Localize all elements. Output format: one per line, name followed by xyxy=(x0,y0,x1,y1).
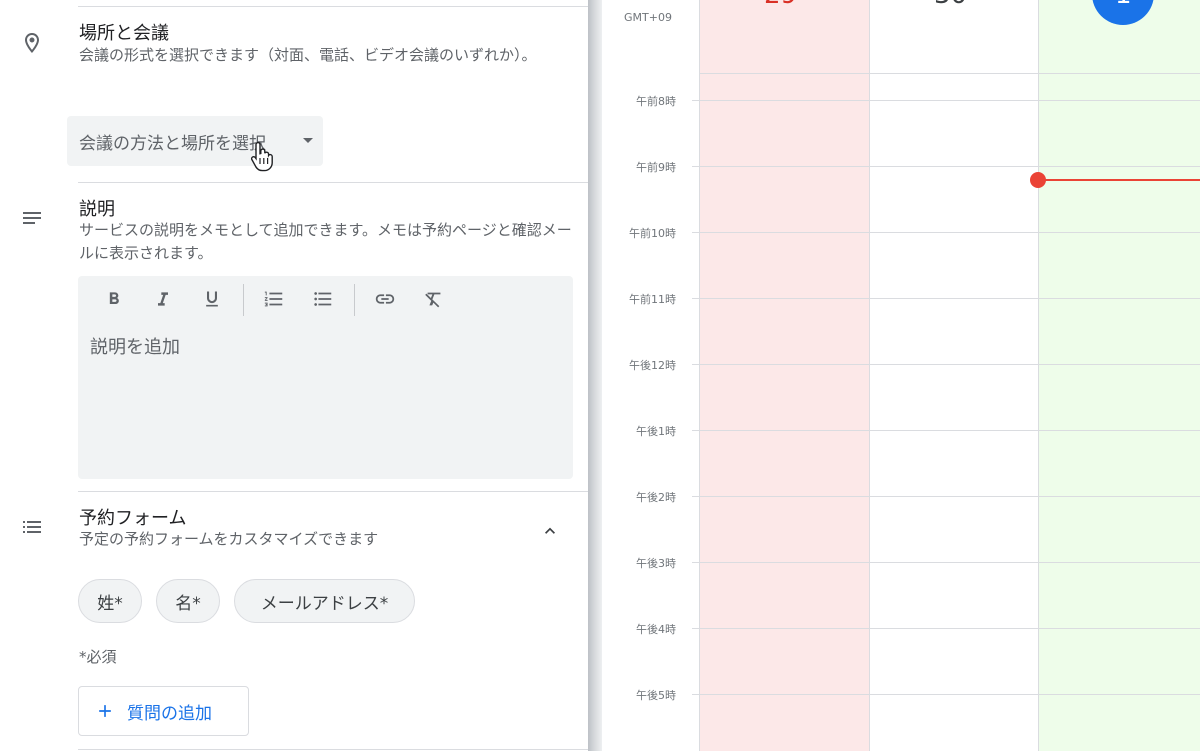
hour-label: 午後4時 xyxy=(636,623,676,636)
section-divider xyxy=(78,749,588,750)
link-icon xyxy=(375,294,395,304)
form-field-chip-last-name[interactable]: 姓* xyxy=(78,579,142,623)
meeting-method-select[interactable]: 会議の方法と場所を選択 xyxy=(67,116,323,166)
description-section-description: サービスの説明をメモとして追加できます。メモは予約ページと確認メールに表示されま… xyxy=(79,221,572,262)
required-note: *必須 xyxy=(79,648,117,666)
hour-grid-line xyxy=(692,562,1200,563)
description-editor: 説明を追加 xyxy=(78,276,573,479)
hand-pointer-cursor-icon xyxy=(250,141,273,172)
description-placeholder[interactable]: 説明を追加 xyxy=(90,333,180,359)
booking-form-section-description: 予定の予約フォームをカスタマイズできます xyxy=(79,530,379,548)
section-divider xyxy=(78,182,588,183)
hour-grid-line xyxy=(692,166,1200,167)
section-divider xyxy=(78,6,588,7)
numbered-list-icon xyxy=(264,291,283,307)
hour-label: 午前8時 xyxy=(636,95,676,108)
meeting-method-select-label: 会議の方法と場所を選択 xyxy=(79,133,266,154)
hour-grid-line xyxy=(692,694,1200,695)
underline-button[interactable] xyxy=(195,284,229,314)
hour-label: 午前11時 xyxy=(629,293,676,306)
chevron-up-icon xyxy=(545,527,555,534)
current-time-dot xyxy=(1030,172,1046,188)
form-list-icon xyxy=(23,521,41,533)
bulleted-list-icon xyxy=(314,292,332,306)
hour-label: 午後3時 xyxy=(636,557,676,570)
day-column-1[interactable] xyxy=(1038,0,1200,751)
location-section-description: 会議の形式を選択できます（対面、電話、ビデオ会議のいずれか）。 xyxy=(79,46,537,64)
section-divider xyxy=(78,491,588,492)
settings-panel: 場所と会議 会議の形式を選択できます（対面、電話、ビデオ会議のいずれか）。 会議… xyxy=(0,0,588,751)
hour-label: 午後12時 xyxy=(629,359,676,372)
hour-grid-line xyxy=(692,496,1200,497)
clear-formatting-button[interactable] xyxy=(417,284,451,314)
hour-grid-line xyxy=(692,100,1200,101)
form-field-chip-email[interactable]: メールアドレス* xyxy=(234,579,415,623)
all-day-row-border xyxy=(699,73,1200,74)
hour-label: 午後5時 xyxy=(636,689,676,702)
plus-icon xyxy=(99,705,111,717)
insert-link-button[interactable] xyxy=(368,284,402,314)
day-column-29[interactable] xyxy=(699,0,869,751)
collapse-section-button[interactable] xyxy=(536,517,564,545)
booking-form-section-title: 予約フォーム xyxy=(79,508,187,529)
hour-grid-line xyxy=(692,298,1200,299)
location-section-title: 場所と会議 xyxy=(79,23,169,44)
day-number-30[interactable]: 30 xyxy=(934,0,967,10)
description-section-title: 説明 xyxy=(79,199,115,220)
hour-label: 午後1時 xyxy=(636,425,676,438)
hour-label: 午前9時 xyxy=(636,161,676,174)
hour-grid-line xyxy=(692,628,1200,629)
italic-button[interactable] xyxy=(146,284,180,314)
hour-grid-line xyxy=(692,232,1200,233)
hour-grid-line xyxy=(692,364,1200,365)
numbered-list-button[interactable] xyxy=(257,284,291,314)
location-pin-icon xyxy=(25,33,39,53)
add-question-label: 質問の追加 xyxy=(127,703,212,724)
bulleted-list-button[interactable] xyxy=(306,284,340,314)
day-number-29[interactable]: 29 xyxy=(764,0,797,10)
week-calendar: GMT+09 29 30 1 午前8時午前9時午前10時午前11時午後12時午後… xyxy=(602,0,1200,751)
clear-formatting-icon xyxy=(425,292,441,308)
bold-button[interactable] xyxy=(97,284,131,314)
hour-grid-line xyxy=(692,430,1200,431)
italic-icon xyxy=(158,292,168,306)
hour-label: 午後2時 xyxy=(636,491,676,504)
day-column-30[interactable] xyxy=(869,0,1038,751)
form-field-chip-first-name[interactable]: 名* xyxy=(156,579,220,623)
add-question-button[interactable]: 質問の追加 xyxy=(78,686,249,736)
toolbar-separator xyxy=(354,284,355,316)
app-root: 場所と会議 会議の形式を選択できます（対面、電話、ビデオ会議のいずれか）。 会議… xyxy=(0,0,1200,751)
toolbar-separator xyxy=(243,284,244,316)
underline-icon xyxy=(206,291,218,307)
day-number-1[interactable]: 1 xyxy=(1115,0,1132,10)
current-time-line xyxy=(1038,179,1200,181)
dropdown-arrow-icon xyxy=(303,138,313,143)
hour-label: 午前10時 xyxy=(629,227,676,240)
bold-icon xyxy=(109,292,119,304)
panel-shadow-divider xyxy=(588,0,602,751)
column-border xyxy=(1038,0,1039,751)
column-border xyxy=(869,0,870,751)
timezone-label: GMT+09 xyxy=(624,11,672,24)
notes-lines-icon xyxy=(23,212,41,224)
column-border xyxy=(699,0,700,751)
